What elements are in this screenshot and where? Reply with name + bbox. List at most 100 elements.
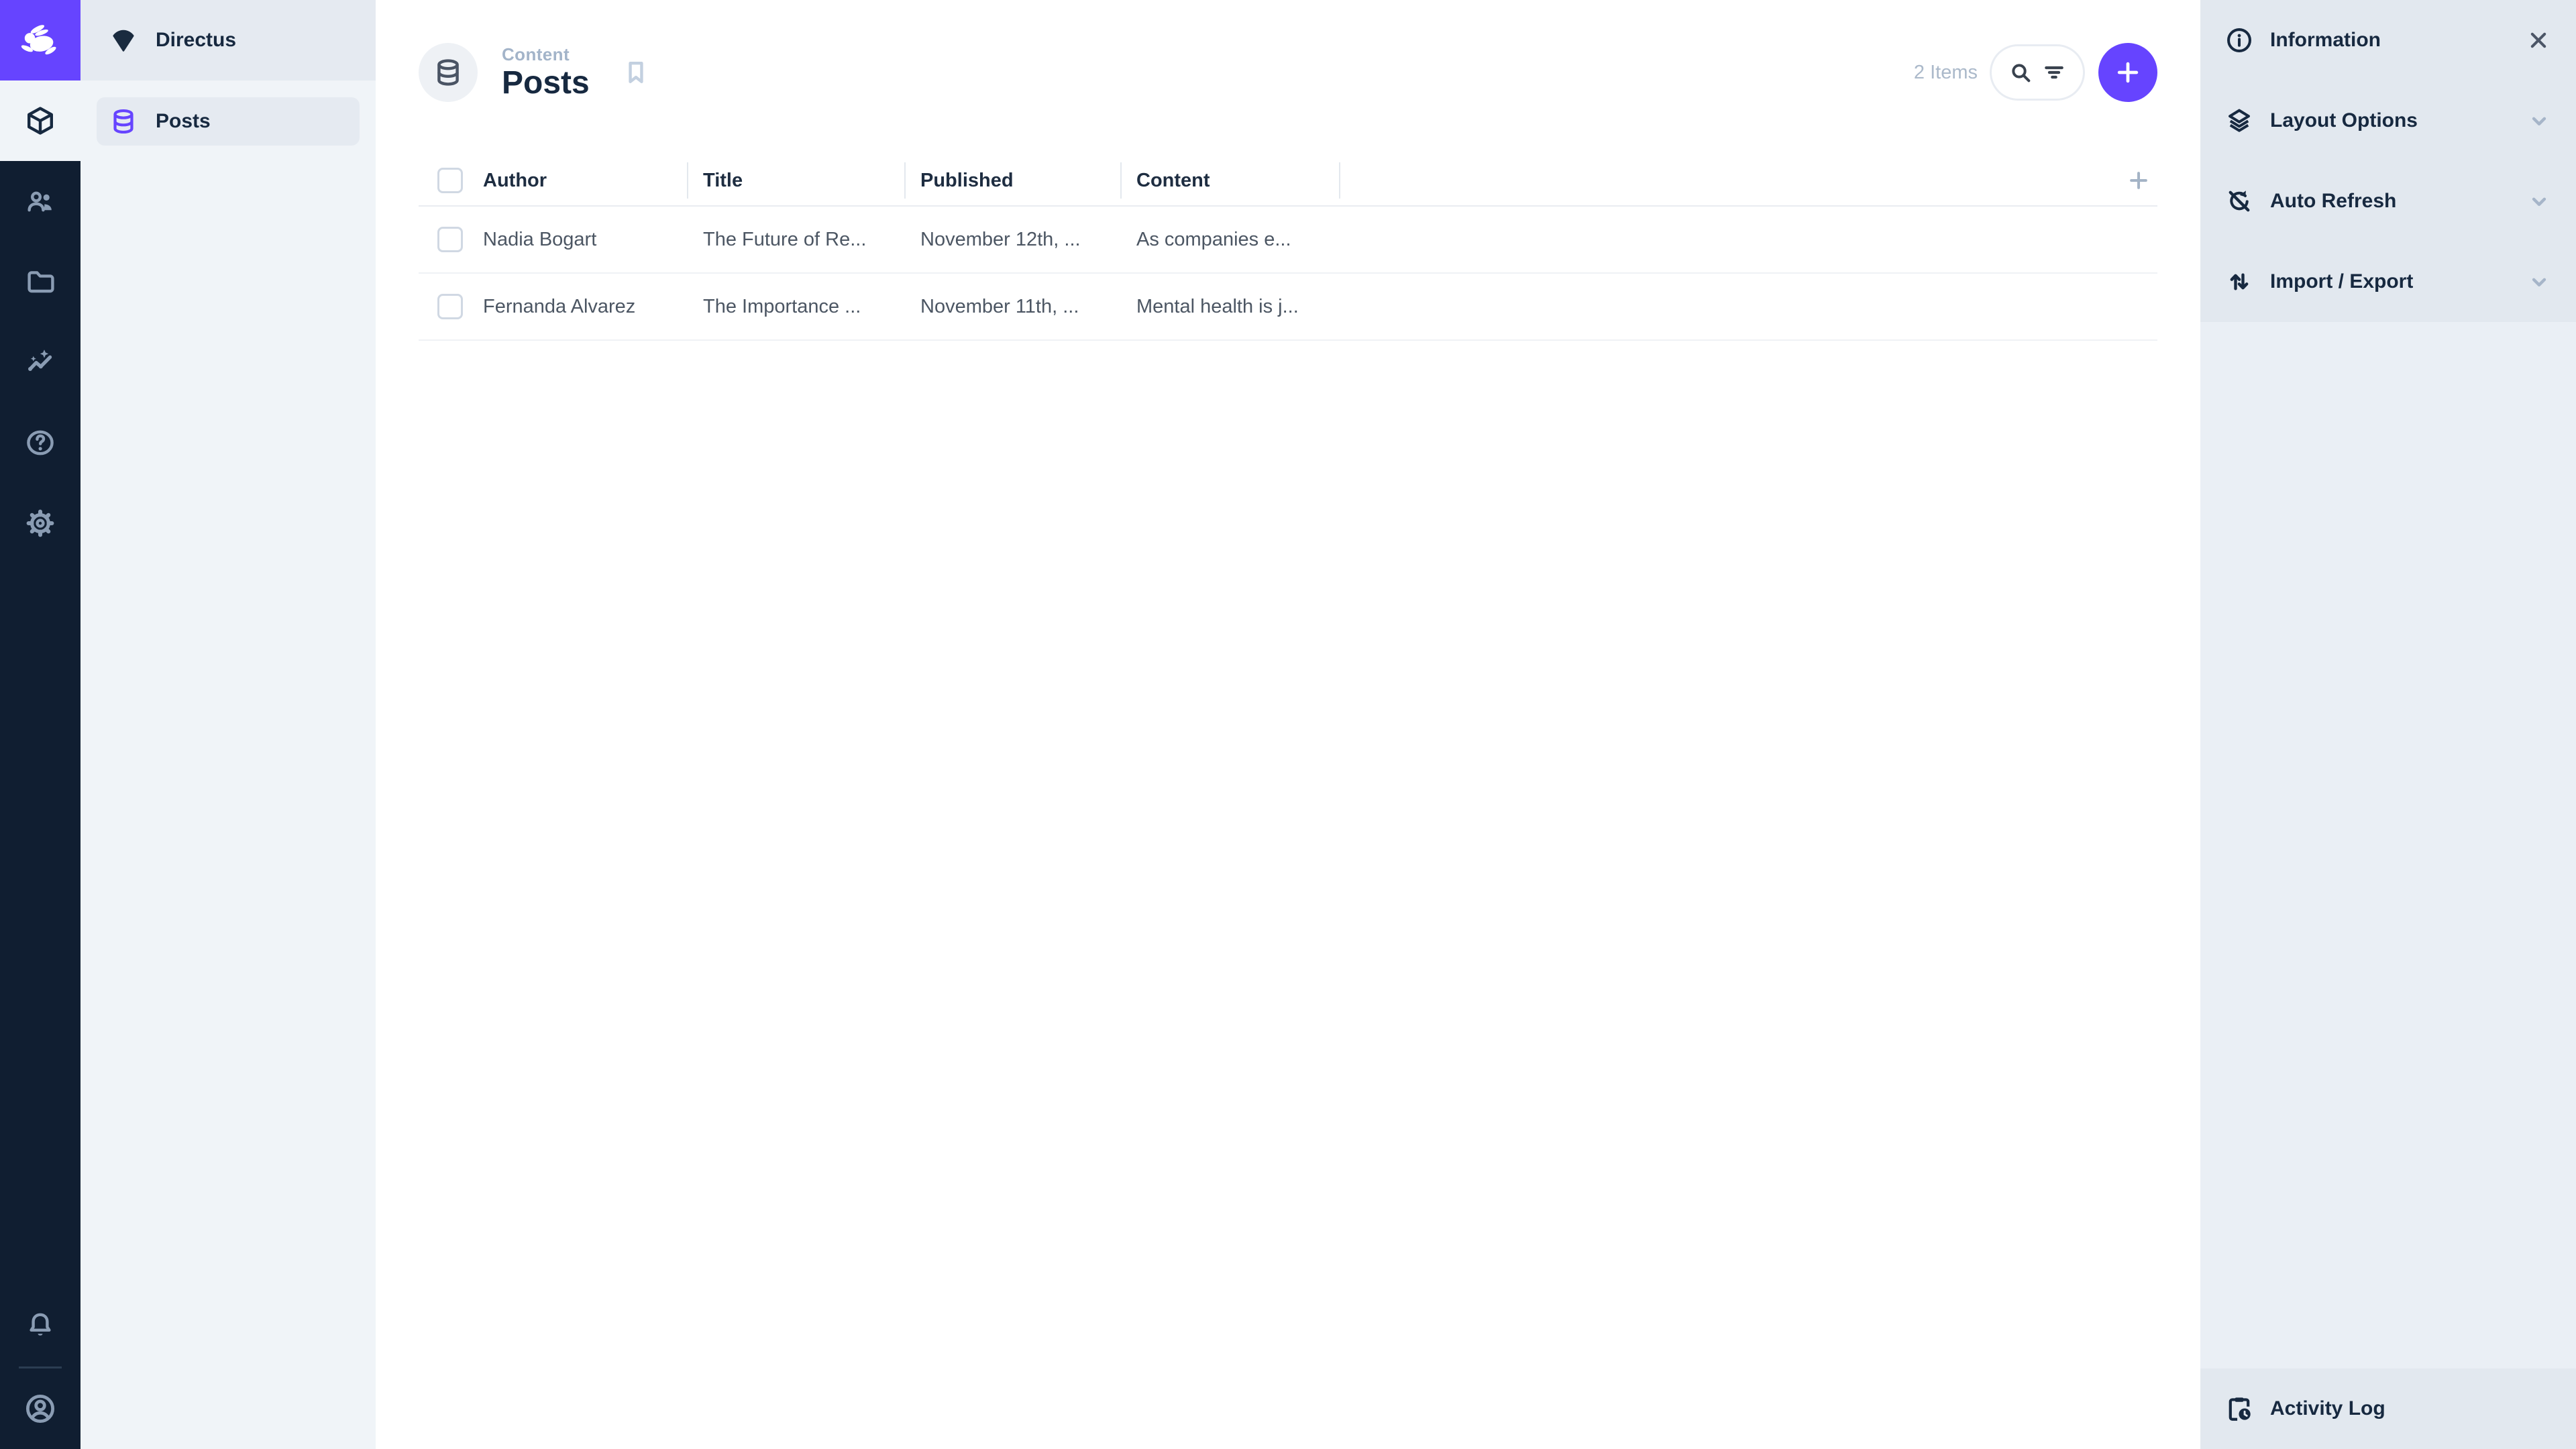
sidebar-section-information[interactable]: Information — [2200, 0, 2576, 80]
chevron-down-icon — [2526, 269, 2552, 294]
activity-log-button[interactable]: Activity Log — [2200, 1368, 2576, 1449]
project-logo-icon — [109, 25, 138, 55]
chevron-down-icon — [2526, 189, 2552, 214]
column-divider[interactable] — [687, 162, 688, 199]
filter-icon — [2041, 59, 2068, 86]
page-header: Content Posts 2 Items — [376, 0, 2200, 145]
column-divider[interactable] — [1339, 162, 1340, 199]
row-select-cell — [419, 294, 483, 319]
project-name: Directus — [156, 29, 237, 51]
cell-author: Nadia Bogart — [483, 228, 597, 250]
insights-icon — [24, 346, 56, 378]
rabbit-logo-icon — [18, 18, 62, 62]
add-column-button[interactable] — [2125, 167, 2152, 194]
user-avatar-button[interactable] — [0, 1368, 80, 1449]
sidebar-section-label: Layout Options — [2270, 109, 2418, 131]
nav-item-posts[interactable]: Posts — [97, 97, 360, 146]
item-count: 2 Items — [1913, 61, 1978, 83]
bookmark-button[interactable] — [621, 57, 651, 88]
sidebar-section-layout-options[interactable]: Layout Options — [2200, 80, 2576, 161]
table-header-row: Author Title Published Content — [419, 156, 2157, 207]
create-item-button[interactable] — [2098, 43, 2157, 102]
sidebar-section-label: Information — [2270, 29, 2381, 51]
expand-section-button[interactable] — [2526, 269, 2552, 294]
collection-icon-button[interactable] — [419, 43, 478, 102]
module-bar-spacer — [0, 564, 80, 1286]
items-table: Author Title Published Content Nadia Bog… — [419, 156, 2157, 341]
module-file-library[interactable] — [0, 241, 80, 322]
database-icon — [432, 56, 464, 89]
bell-icon — [24, 1310, 56, 1342]
module-settings[interactable] — [0, 483, 80, 564]
breadcrumb[interactable]: Content — [502, 44, 590, 65]
sidebar-body — [2200, 322, 2576, 1368]
select-all-checkbox[interactable] — [437, 168, 463, 193]
cell-content: Mental health is j... — [1136, 295, 1299, 317]
page-title: Posts — [502, 65, 590, 101]
navigation-sidebar: Directus Posts — [80, 0, 376, 1449]
help-icon — [24, 427, 56, 459]
project-switcher[interactable]: Directus — [80, 0, 376, 80]
cell-published: November 11th, ... — [920, 295, 1079, 317]
cell-published: November 12th, ... — [920, 228, 1081, 250]
sidebar-footer: Activity Log — [2200, 1368, 2576, 1449]
column-header-content[interactable]: Content — [1120, 170, 1339, 192]
search-filter-pill — [1990, 44, 2085, 101]
bookmark-icon — [621, 57, 651, 88]
table-row[interactable]: Nadia Bogart The Future of Re... Novembe… — [419, 207, 2157, 274]
select-all-cell — [419, 168, 483, 193]
database-icon — [109, 107, 138, 136]
expand-section-button[interactable] — [2526, 189, 2552, 214]
title-block: Content Posts — [502, 44, 590, 101]
right-sidebar: Information Layout Options Auto Refresh … — [2200, 0, 2576, 1449]
swap-vert-icon — [2224, 267, 2254, 297]
module-content[interactable] — [0, 80, 80, 161]
close-icon — [2525, 27, 2552, 54]
cell-title: The Future of Re... — [703, 228, 867, 250]
info-icon — [2224, 25, 2254, 55]
folder-icon — [24, 266, 56, 298]
row-checkbox[interactable] — [437, 294, 463, 319]
filter-button[interactable] — [2041, 59, 2068, 86]
notifications-button[interactable] — [0, 1286, 80, 1366]
user-circle-icon — [23, 1391, 58, 1426]
search-button[interactable] — [2007, 59, 2034, 86]
sidebar-section-label: Import / Export — [2270, 270, 2414, 292]
directus-logo[interactable] — [0, 0, 80, 80]
column-header-author[interactable]: Author — [483, 170, 687, 192]
layers-icon — [2224, 106, 2254, 136]
module-user-directory[interactable] — [0, 161, 80, 241]
expand-section-button[interactable] — [2526, 108, 2552, 133]
column-divider[interactable] — [1120, 162, 1122, 199]
row-select-cell — [419, 227, 483, 252]
sync-disabled-icon — [2224, 186, 2254, 216]
column-header-published[interactable]: Published — [904, 170, 1120, 192]
cell-title: The Importance ... — [703, 295, 861, 317]
cell-author: Fernanda Alvarez — [483, 295, 636, 317]
activity-log-label: Activity Log — [2270, 1397, 2385, 1419]
table-row[interactable]: Fernanda Alvarez The Importance ... Nove… — [419, 274, 2157, 341]
row-checkbox[interactable] — [437, 227, 463, 252]
module-bar — [0, 0, 80, 1449]
sidebar-section-auto-refresh[interactable]: Auto Refresh — [2200, 161, 2576, 241]
sidebar-section-import-export[interactable]: Import / Export — [2200, 241, 2576, 322]
search-icon — [2007, 59, 2034, 86]
module-insights[interactable] — [0, 322, 80, 402]
column-divider[interactable] — [904, 162, 906, 199]
sidebar-section-label: Auto Refresh — [2270, 190, 2397, 212]
header-actions: 2 Items — [1914, 43, 2157, 102]
column-header-title[interactable]: Title — [687, 170, 904, 192]
users-icon — [24, 185, 56, 217]
settings-icon — [24, 507, 56, 539]
main-content: Content Posts 2 Items Author Title Publi… — [376, 0, 2200, 1449]
activity-log-icon — [2224, 1394, 2254, 1424]
cell-content: As companies e... — [1136, 228, 1291, 250]
module-documentation[interactable] — [0, 402, 80, 483]
plus-icon — [2125, 167, 2152, 194]
close-sidebar-button[interactable] — [2525, 27, 2552, 54]
directus-app: Directus Posts Content Posts 2 Items Aut… — [0, 0, 2576, 1449]
chevron-down-icon — [2526, 108, 2552, 133]
collection-nav: Posts — [80, 80, 376, 162]
box-icon — [24, 105, 56, 137]
plus-icon — [2113, 58, 2143, 87]
